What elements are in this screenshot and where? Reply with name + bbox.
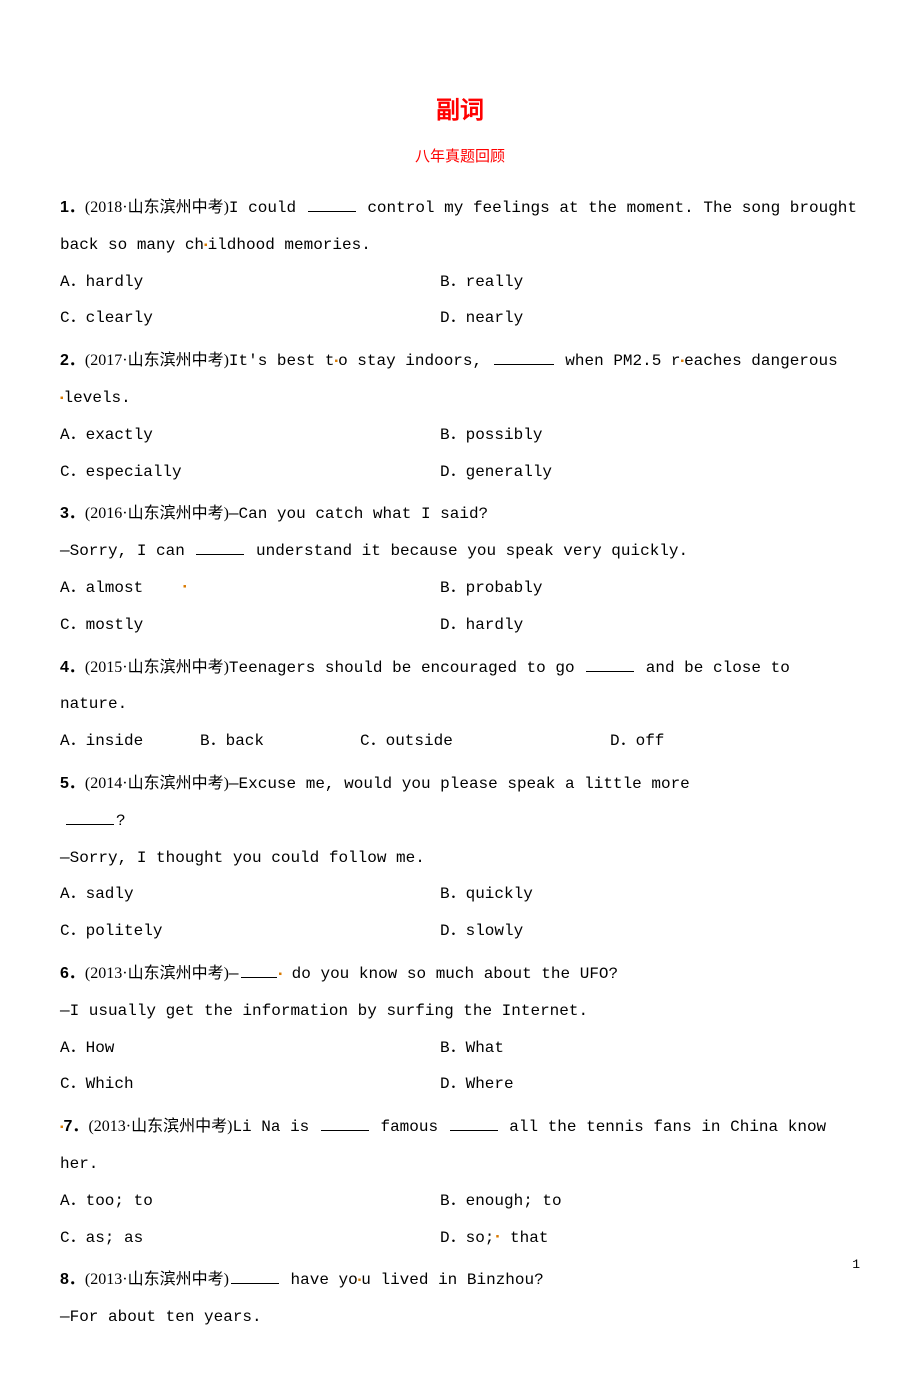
option-c: C．politely xyxy=(60,913,440,950)
option-d: D．so;▪ that xyxy=(440,1220,840,1257)
question-text: eaches dangerous xyxy=(684,352,838,370)
option-d: D．slowly xyxy=(440,913,840,950)
question-number: 5． xyxy=(60,775,85,792)
question-source: (2013·山东滨州中考) xyxy=(88,1118,232,1135)
options-group: A．hardly B．really C．clearly D．nearly xyxy=(60,264,860,338)
question-source: (2013·山东滨州中考) xyxy=(85,1271,229,1288)
question-text: —Can you catch what I said? xyxy=(229,505,488,523)
option-a: A．almost ▪ xyxy=(60,570,440,607)
question-text: —For about ten years. xyxy=(60,1308,262,1326)
option-label: that xyxy=(500,1229,548,1247)
question-text: u lived in Binzhou? xyxy=(361,1271,543,1289)
option-b: B．enough; to xyxy=(440,1183,840,1220)
question-text: —Excuse me, would you please speak a lit… xyxy=(229,775,690,793)
question-text: —I usually get the information by surfin… xyxy=(60,1002,588,1020)
question-4: 4．(2015·山东滨州中考)Teenagers should be encou… xyxy=(60,650,860,760)
question-text: ildhood memories. xyxy=(208,236,371,254)
blank-fill xyxy=(450,1117,498,1131)
option-a: A．hardly xyxy=(60,264,440,301)
question-number: 8． xyxy=(60,1271,85,1288)
question-text: Teenagers should be encouraged to go xyxy=(229,659,584,677)
question-8: 8．(2013·山东滨州中考) have yo▪u lived in Binzh… xyxy=(60,1262,860,1336)
blank-fill xyxy=(321,1117,369,1131)
option-a: A．How xyxy=(60,1030,440,1067)
option-c: C．clearly xyxy=(60,300,440,337)
question-source: (2014·山东滨州中考) xyxy=(85,775,229,792)
question-number: 1． xyxy=(60,199,85,216)
option-b: B．probably xyxy=(440,570,840,607)
question-text: I could xyxy=(229,199,306,217)
question-number: 3． xyxy=(60,505,85,522)
page-number: 1 xyxy=(852,1257,860,1272)
option-a: A．exactly xyxy=(60,417,440,454)
question-text: —Sorry, I can xyxy=(60,542,194,560)
option-b: B．quickly xyxy=(440,876,840,913)
options-group: A．inside B．back C．outside D．off xyxy=(60,723,860,760)
blank-fill xyxy=(66,811,114,825)
option-d: D．off xyxy=(610,723,760,760)
options-group: A．sadly B．quickly C．politely D．slowly xyxy=(60,876,860,950)
options-group: A．exactly B．possibly C．especially D．gene… xyxy=(60,417,860,491)
question-text: when PM2.5 r xyxy=(556,352,681,370)
question-number: 6． xyxy=(60,965,85,982)
option-c: C．outside xyxy=(360,723,610,760)
option-c: C．mostly xyxy=(60,607,440,644)
option-a: A．too; to xyxy=(60,1183,440,1220)
question-source: (2018·山东滨州中考) xyxy=(85,199,229,216)
question-number: 7． xyxy=(64,1118,89,1135)
options-group: A．How B．What C．Which D．Where xyxy=(60,1030,860,1104)
question-text: levels. xyxy=(64,389,131,407)
options-group: A．too; to B．enough; to C．as; as D．so;▪ t… xyxy=(60,1183,860,1257)
option-label: A．almost xyxy=(60,579,143,597)
option-d: D．hardly xyxy=(440,607,840,644)
blank-fill xyxy=(241,964,277,978)
question-text: famous xyxy=(371,1118,448,1136)
question-text: Li Na is xyxy=(232,1118,318,1136)
blank-fill xyxy=(308,198,356,212)
question-source: (2016·山东滨州中考) xyxy=(85,505,229,522)
blank-fill xyxy=(231,1270,279,1284)
question-6: 6．(2013·山东滨州中考)—▪ do you know so much ab… xyxy=(60,956,860,1103)
blank-fill xyxy=(494,351,554,365)
option-b: B．really xyxy=(440,264,840,301)
options-group: A．almost ▪ B．probably C．mostly D．hardly xyxy=(60,570,860,644)
question-7: ▪7．(2013·山东滨州中考)Li Na is famous all the … xyxy=(60,1109,860,1256)
option-c: C．especially xyxy=(60,454,440,491)
option-c: C．as; as xyxy=(60,1220,440,1257)
page-subtitle: 八年真题回顾 xyxy=(60,145,860,166)
question-source: (2017·山东滨州中考) xyxy=(85,352,229,369)
option-b: B．possibly xyxy=(440,417,840,454)
option-d: D．nearly xyxy=(440,300,840,337)
question-source: (2013·山东滨州中考) xyxy=(85,965,229,982)
question-text: o stay indoors, xyxy=(338,352,492,370)
page-title: 副词 xyxy=(60,90,860,125)
option-a: A．sadly xyxy=(60,876,440,913)
question-number: 2． xyxy=(60,352,85,369)
option-c: C．Which xyxy=(60,1066,440,1103)
option-b: B．What xyxy=(440,1030,840,1067)
question-3: 3．(2016·山东滨州中考)—Can you catch what I sai… xyxy=(60,496,860,643)
question-1: 1．(2018·山东滨州中考)I could control my feelin… xyxy=(60,190,860,337)
option-label: D．so; xyxy=(440,1229,494,1247)
blank-fill xyxy=(196,541,244,555)
option-d: D．Where xyxy=(440,1066,840,1103)
option-b: B．back xyxy=(200,723,360,760)
question-text: — xyxy=(229,965,239,983)
page-container: 副词 八年真题回顾 1．(2018·山东滨州中考)I could control… xyxy=(0,0,920,1382)
option-d: D．generally xyxy=(440,454,840,491)
blank-fill xyxy=(586,658,634,672)
question-text: ? xyxy=(116,812,126,830)
dot-marker: ▪ xyxy=(182,582,188,593)
question-2: 2．(2017·山东滨州中考)It's best t▪o stay indoor… xyxy=(60,343,860,490)
question-text: —Sorry, I thought you could follow me. xyxy=(60,849,425,867)
question-5: 5．(2014·山东滨州中考)—Excuse me, would you ple… xyxy=(60,766,860,950)
option-a: A．inside xyxy=(60,723,200,760)
question-number: 4． xyxy=(60,659,85,676)
question-text: have yo xyxy=(281,1271,358,1289)
question-source: (2015·山东滨州中考) xyxy=(85,659,229,676)
question-text: It's best t xyxy=(229,352,335,370)
question-text: understand it because you speak very qui… xyxy=(246,542,688,560)
question-text: do you know so much about the UFO? xyxy=(282,965,618,983)
